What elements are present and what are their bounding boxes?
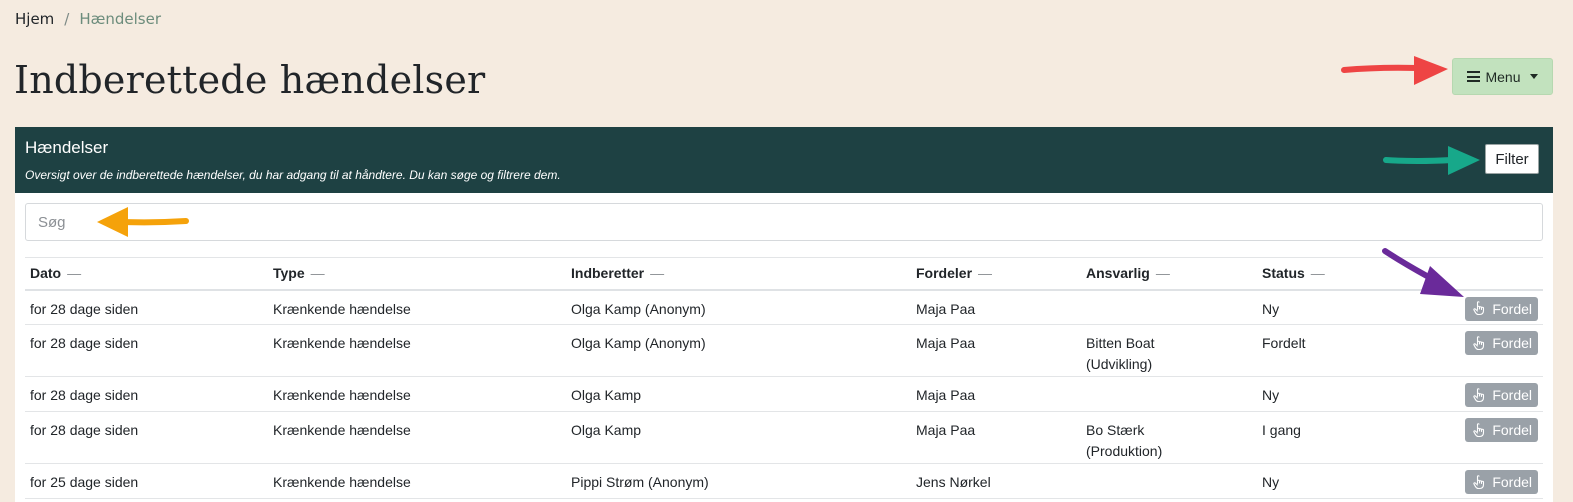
- fordel-button[interactable]: Fordel: [1465, 296, 1538, 321]
- table-row: for 28 dage siden Krænkende hændelse Olg…: [25, 411, 1543, 464]
- cell-indberetter: Olga Kamp (Anonym): [566, 324, 911, 377]
- page-title: Indberettede hændelser: [14, 58, 486, 102]
- chevron-down-icon: [1529, 74, 1538, 79]
- search-input[interactable]: [25, 203, 1543, 241]
- column-header-indberetter[interactable]: Indberetter —: [566, 257, 911, 291]
- cell-action: Fordel: [1437, 463, 1543, 499]
- cell-status: Fordelt: [1257, 324, 1437, 377]
- cell-type: Krænkende hændelse: [268, 376, 566, 412]
- cell-type: Krænkende hændelse: [268, 324, 566, 377]
- breadcrumb-separator: /: [64, 10, 70, 28]
- cell-type: Krænkende hændelse: [268, 289, 566, 325]
- breadcrumb-home-link[interactable]: Hjem: [15, 10, 54, 28]
- sort-indicator: —: [650, 265, 665, 282]
- table-row: for 25 dage siden Krænkende hændelse Pip…: [25, 463, 1543, 499]
- sort-indicator: —: [978, 265, 993, 282]
- table-row: for 28 dage siden Krænkende hændelse Olg…: [25, 324, 1543, 377]
- menu-button[interactable]: Menu: [1452, 58, 1553, 95]
- cell-dato: for 28 dage siden: [25, 324, 268, 377]
- cell-dato: for 28 dage siden: [25, 289, 268, 325]
- cell-type: Krænkende hændelse: [268, 411, 566, 464]
- menu-button-label: Menu: [1485, 68, 1521, 85]
- fordel-button[interactable]: Fordel: [1465, 331, 1538, 355]
- cell-action: Fordel: [1437, 411, 1543, 464]
- orange-annotation-arrow: [97, 207, 189, 237]
- cell-dato: for 28 dage siden: [25, 411, 268, 464]
- table-header-row: Dato — Type — Indberetter — Fordeler — Ansva…: [25, 257, 1543, 291]
- cell-action: Fordel: [1437, 324, 1543, 377]
- cell-fordeler: Jens Nørkel: [911, 463, 1081, 499]
- cell-fordeler: Maja Paa: [911, 289, 1081, 325]
- sort-indicator: —: [310, 265, 325, 282]
- sort-indicator: —: [1310, 265, 1325, 282]
- list-icon: [1467, 71, 1481, 82]
- events-table: Dato — Type — Indberetter — Fordeler — Ansva…: [25, 257, 1543, 499]
- card-header: Hændelser Oversigt over de indberettede …: [15, 127, 1553, 193]
- hand-pointer-icon: [1473, 301, 1485, 316]
- hand-pointer-icon: [1473, 422, 1485, 437]
- fordel-button[interactable]: Fordel: [1465, 383, 1538, 407]
- cell-dato: for 25 dage siden: [25, 463, 268, 499]
- cell-dato: for 28 dage siden: [25, 376, 268, 412]
- breadcrumb-current: Hændelser: [79, 10, 162, 28]
- column-header-ansvarlig[interactable]: Ansvarlig —: [1081, 257, 1257, 291]
- purple-annotation-arrow: [1382, 248, 1464, 297]
- cell-ansvarlig: [1081, 376, 1257, 412]
- cell-indberetter: Olga Kamp (Anonym): [566, 289, 911, 325]
- teal-annotation-arrow: [1383, 146, 1480, 175]
- filter-button[interactable]: Filter: [1485, 144, 1539, 174]
- breadcrumb: Hjem / Hændelser: [15, 10, 161, 28]
- table-row: for 28 dage siden Krænkende hændelse Olg…: [25, 376, 1543, 412]
- card-subtitle: Oversigt over de indberettede hændelser,…: [25, 168, 561, 182]
- card-title: Hændelser: [25, 138, 109, 157]
- cell-status: I gang: [1257, 411, 1437, 464]
- cell-fordeler: Maja Paa: [911, 376, 1081, 412]
- cell-status: Ny: [1257, 376, 1437, 412]
- cell-action: Fordel: [1437, 376, 1543, 412]
- cell-ansvarlig: [1081, 289, 1257, 325]
- cell-type: Krænkende hændelse: [268, 463, 566, 499]
- fordel-button[interactable]: Fordel: [1465, 470, 1538, 494]
- cell-status: Ny: [1257, 463, 1437, 499]
- red-annotation-arrow: [1341, 56, 1448, 85]
- hand-pointer-icon: [1473, 335, 1485, 350]
- cell-fordeler: Maja Paa: [911, 411, 1081, 464]
- sort-indicator: —: [1155, 265, 1170, 282]
- events-card: Hændelser Oversigt over de indberettede …: [15, 127, 1553, 502]
- cell-indberetter: Pippi Strøm (Anonym): [566, 463, 911, 499]
- cell-fordeler: Maja Paa: [911, 324, 1081, 377]
- column-header-dato[interactable]: Dato —: [25, 257, 268, 291]
- hand-pointer-icon: [1473, 474, 1485, 489]
- column-header-type[interactable]: Type —: [268, 257, 566, 291]
- cell-ansvarlig: Bo Stærk (Produktion): [1081, 411, 1257, 464]
- cell-ansvarlig: [1081, 463, 1257, 499]
- sort-indicator: —: [67, 265, 82, 282]
- hand-pointer-icon: [1473, 387, 1485, 402]
- cell-indberetter: Olga Kamp: [566, 411, 911, 464]
- cell-ansvarlig: Bitten Boat (Udvikling): [1081, 324, 1257, 377]
- column-header-fordeler[interactable]: Fordeler —: [911, 257, 1081, 291]
- fordel-button[interactable]: Fordel: [1465, 418, 1538, 442]
- table-row: for 28 dage siden Krænkende hændelse Olg…: [25, 289, 1543, 325]
- cell-indberetter: Olga Kamp: [566, 376, 911, 412]
